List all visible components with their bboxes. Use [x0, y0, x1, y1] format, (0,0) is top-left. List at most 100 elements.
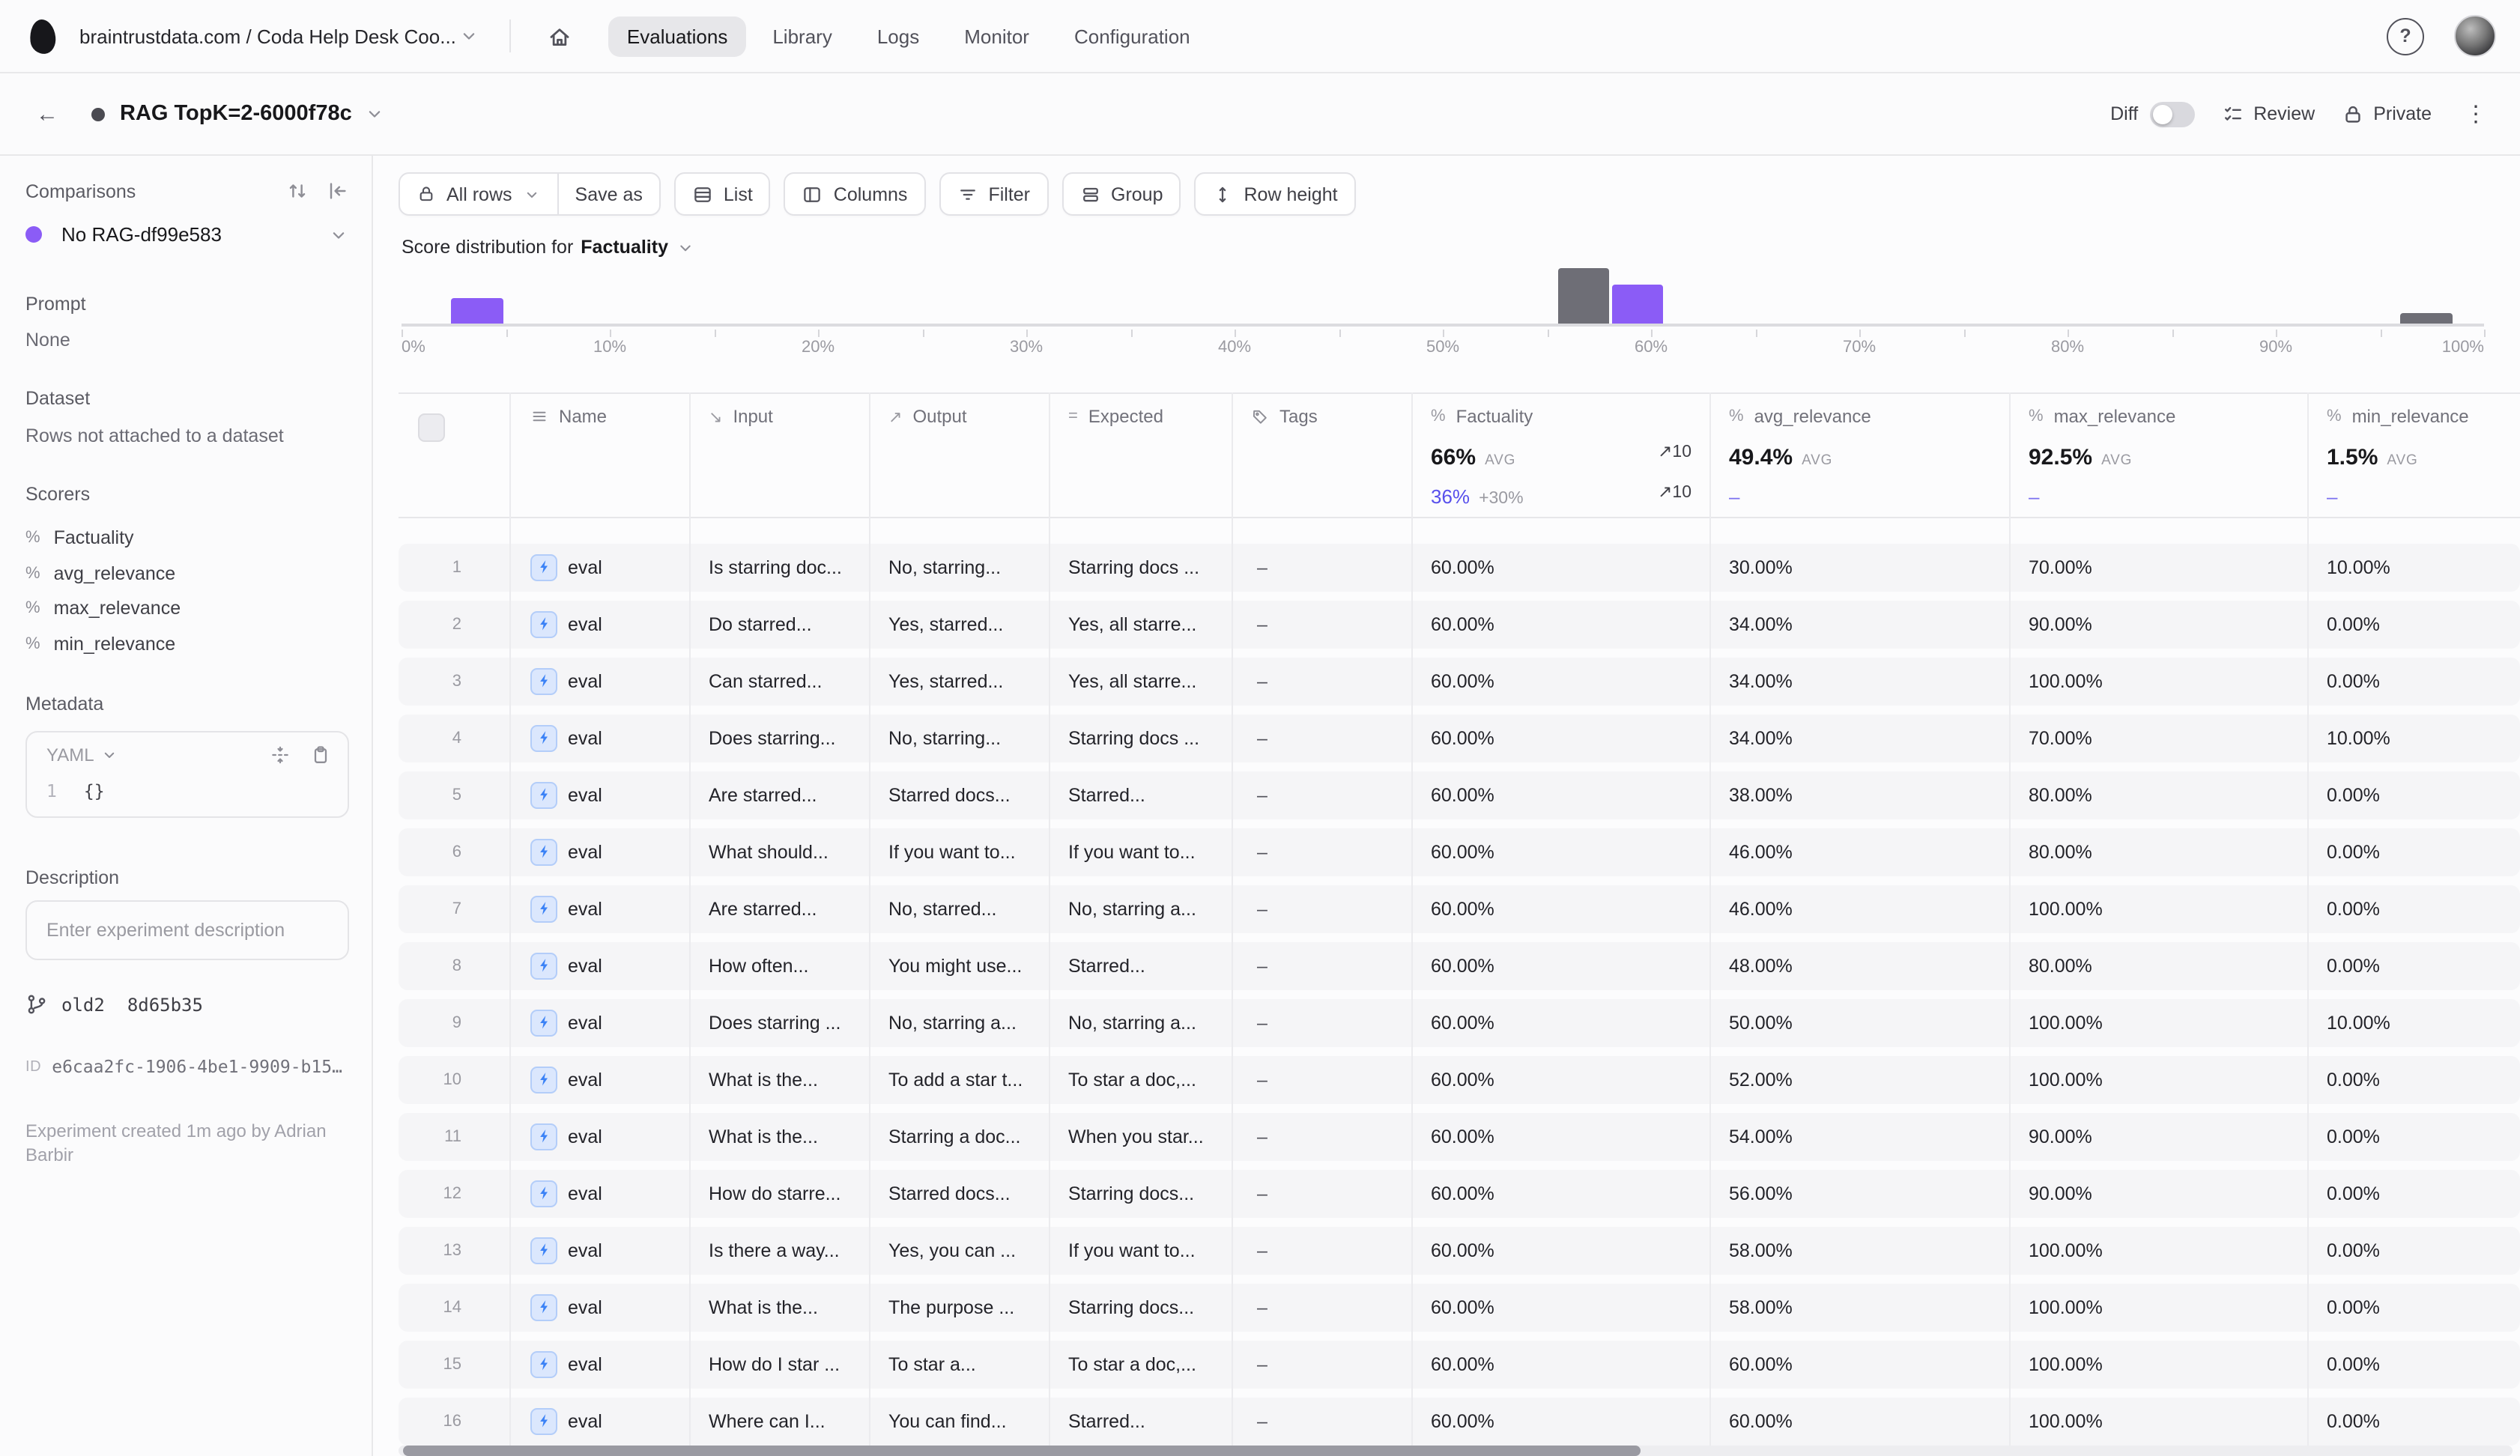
column-header-min_relevance[interactable]: %min_relevance 1.5%AVG – — [2307, 394, 2520, 517]
table-row[interactable]: 1 eval Is starring doc... No, starring..… — [399, 544, 2520, 591]
sort-icon[interactable] — [286, 180, 309, 202]
comparison-experiment-name: No RAG-df99e583 — [61, 223, 222, 246]
table-row[interactable]: 16 eval Where can I... You can find... S… — [399, 1398, 2520, 1445]
comparison-experiment-item[interactable]: No RAG-df99e583 — [25, 223, 349, 246]
row-number: 7 — [399, 900, 509, 918]
cell-tags: – — [1232, 1183, 1411, 1204]
more-menu-button[interactable]: ⋮ — [2459, 100, 2493, 127]
row-height-button[interactable]: Row height — [1195, 172, 1356, 216]
created-note: Experiment created 1m ago by Adrian Barb… — [25, 1120, 349, 1167]
review-button[interactable]: Review — [2222, 103, 2315, 125]
table-row[interactable]: 6 eval What should... If you want to... … — [399, 828, 2520, 876]
score-distribution-selector[interactable]: Score distribution for Factuality — [402, 237, 695, 258]
cell-score-0: 60.00% — [1411, 1126, 1709, 1147]
column-label: max_relevance — [2054, 406, 2176, 427]
histogram-bar[interactable] — [1557, 268, 1610, 324]
user-avatar[interactable] — [2454, 15, 2496, 57]
table-row[interactable]: 4 eval Does starring... No, starring... … — [399, 715, 2520, 762]
table-row[interactable]: 14 eval What is the... The purpose ... S… — [399, 1284, 2520, 1331]
all-rows-button[interactable]: All rows — [400, 174, 557, 214]
scorer-item-min_relevance[interactable]: %min_relevance — [25, 634, 349, 655]
select-all-checkbox[interactable] — [418, 413, 445, 442]
histogram-bar[interactable] — [2401, 313, 2453, 324]
column-header-tags[interactable]: Tags — [1232, 394, 1411, 517]
row-number: 14 — [399, 1299, 509, 1317]
columns-button[interactable]: Columns — [784, 172, 926, 216]
cell-name: eval — [509, 896, 689, 923]
table-row[interactable]: 7 eval Are starred... No, starred... No,… — [399, 885, 2520, 932]
column-header-avg_relevance[interactable]: %avg_relevance 49.4%AVG – — [1709, 394, 2009, 517]
tab-library[interactable]: Library — [754, 16, 850, 56]
horizontal-scrollbar[interactable] — [399, 1446, 2513, 1456]
home-button[interactable] — [542, 17, 579, 55]
score-average: 66% — [1431, 445, 1476, 470]
table-row[interactable]: 12 eval How do starre... Starred docs...… — [399, 1170, 2520, 1217]
percent-icon: % — [25, 564, 40, 582]
cell-output: Starring a doc... — [869, 1126, 1049, 1147]
table-row[interactable]: 13 eval Is there a way... Yes, you can .… — [399, 1227, 2520, 1274]
histogram-bar[interactable] — [452, 297, 504, 324]
table-row[interactable]: 2 eval Do starred... Yes, starred... Yes… — [399, 601, 2520, 648]
column-header-max_relevance[interactable]: %max_relevance 92.5%AVG – — [2009, 394, 2307, 517]
diff-toggle[interactable] — [2150, 101, 2195, 127]
experiment-id-row[interactable]: ID e6caa2fc-1906-4be1-9909-b15… — [25, 1056, 349, 1077]
scorer-item-avg_relevance[interactable]: %avg_relevance — [25, 562, 349, 583]
git-ref[interactable]: old2 8d65b35 — [25, 993, 349, 1016]
group-label: Group — [1111, 183, 1163, 204]
table-row[interactable]: 5 eval Are starred... Starred docs... St… — [399, 771, 2520, 819]
column-header-expected[interactable]: =Expected — [1049, 394, 1232, 517]
cell-name: eval — [509, 1294, 689, 1321]
group-button[interactable]: Group — [1061, 172, 1181, 216]
scorer-item-max_relevance[interactable]: %max_relevance — [25, 598, 349, 619]
row-number: 1 — [399, 559, 509, 577]
description-input[interactable] — [25, 900, 349, 960]
metadata-editor: YAML 1 {} — [25, 731, 349, 818]
private-button[interactable]: Private — [2342, 103, 2432, 125]
metadata-language: YAML — [46, 744, 94, 765]
cell-output: If you want to... — [869, 842, 1049, 863]
axis-tick — [1443, 330, 1444, 337]
column-label: Name — [559, 406, 607, 427]
tab-logs[interactable]: Logs — [859, 16, 937, 56]
eval-badge-icon — [530, 554, 557, 581]
scrollbar-thumb[interactable] — [403, 1446, 1641, 1456]
tab-evaluations[interactable]: Evaluations — [609, 16, 745, 56]
axis-tick — [2484, 330, 2486, 337]
column-header-input[interactable]: ↘Input — [689, 394, 869, 517]
help-button[interactable]: ? — [2387, 17, 2424, 55]
column-header-output[interactable]: ↗Output — [869, 394, 1049, 517]
table-row[interactable]: 8 eval How often... You might use... Sta… — [399, 942, 2520, 989]
table-row[interactable]: 9 eval Does starring ... No, starring a.… — [399, 999, 2520, 1046]
column-header-Factuality[interactable]: %Factuality 66%AVG↗10 36%+30%↗10 — [1411, 394, 1709, 517]
save-as-button[interactable]: Save as — [557, 174, 659, 214]
cell-expected: Starred... — [1049, 956, 1232, 977]
metadata-language-select[interactable]: YAML — [46, 744, 118, 765]
cell-output: Yes, starred... — [869, 614, 1049, 635]
tab-monitor[interactable]: Monitor — [946, 16, 1047, 56]
table-row[interactable]: 15 eval How do I star ... To star a... T… — [399, 1341, 2520, 1388]
table-row[interactable]: 11 eval What is the... Starring a doc...… — [399, 1113, 2520, 1160]
collapse-sidebar-icon[interactable] — [327, 180, 349, 202]
collapse-vertical-icon[interactable] — [270, 744, 291, 765]
comparisons-header: Comparisons — [25, 180, 349, 202]
table-row[interactable]: 3 eval Can starred... Yes, starred... Ye… — [399, 658, 2520, 705]
cell-score-1: 38.00% — [1709, 785, 2009, 806]
histogram-bar[interactable] — [1611, 285, 1664, 324]
tab-configuration[interactable]: Configuration — [1056, 16, 1208, 56]
chevron-down-icon[interactable] — [364, 103, 385, 124]
copy-icon[interactable] — [310, 744, 331, 765]
braintrust-logo-icon[interactable] — [28, 17, 58, 54]
list-view-button[interactable]: List — [674, 172, 771, 216]
cell-score-2: 80.00% — [2009, 842, 2307, 863]
filter-button[interactable]: Filter — [939, 172, 1048, 216]
scorer-item-Factuality[interactable]: %Factuality — [25, 527, 349, 548]
lock-icon — [417, 184, 436, 204]
comparison-color-dot — [25, 226, 42, 243]
column-header-name[interactable]: Name — [509, 394, 689, 517]
metadata-code-area[interactable]: 1 {} — [27, 768, 348, 816]
table-body: 1 eval Is starring doc... No, starring..… — [399, 518, 2520, 1445]
table-row[interactable]: 10 eval What is the... To add a star t..… — [399, 1056, 2520, 1103]
project-breadcrumb[interactable]: braintrustdata.com / Coda Help Desk Coo.… — [79, 25, 480, 47]
prompt-label: Prompt — [25, 294, 349, 315]
back-button[interactable]: ← — [27, 95, 67, 133]
